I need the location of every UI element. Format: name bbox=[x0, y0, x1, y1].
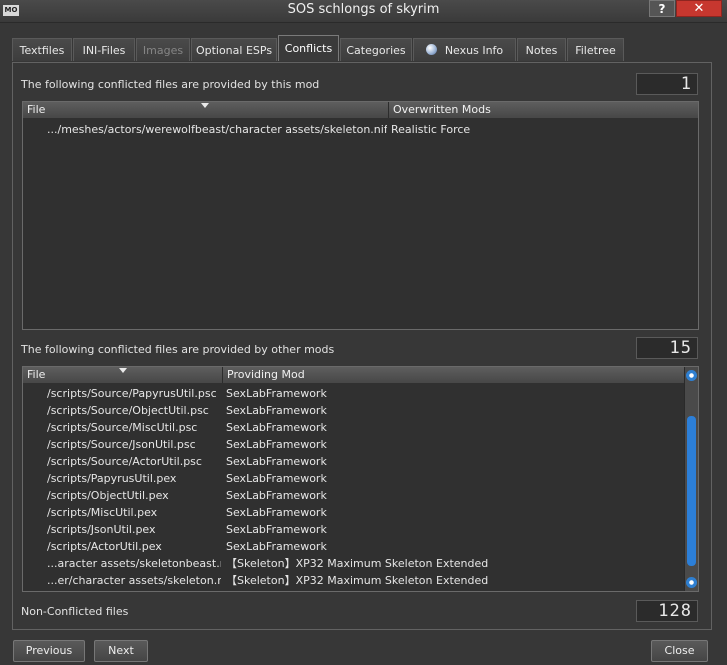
mod-cell: SexLabFramework bbox=[226, 506, 327, 519]
close-button[interactable]: Close bbox=[651, 640, 708, 662]
overwritten-files-table: File Providing Mod /scripts/Source/Papyr… bbox=[22, 366, 699, 592]
tab-textfiles[interactable]: Textfiles bbox=[12, 38, 72, 61]
non-conflicted-label: Non-Conflicted files bbox=[21, 605, 129, 618]
tab-label: Nexus Info bbox=[444, 44, 504, 57]
table-row[interactable]: /scripts/Source/MiscUtil.psc SexLabFramew… bbox=[23, 419, 683, 436]
mod-cell: Realistic Force bbox=[391, 123, 471, 136]
title-bar: MO SOS schlongs of skyrim ? ✕ bbox=[0, 0, 727, 23]
mod-cell: SexLabFramework bbox=[226, 438, 327, 451]
file-cell: /scripts/ActorUtil.pex bbox=[47, 540, 162, 553]
table-row[interactable]: /scripts/PapyrusUtil.pex SexLabFramework bbox=[23, 470, 683, 487]
file-cell: /scripts/JsonUtil.pex bbox=[47, 523, 156, 536]
file-cell: /scripts/Source/ObjectUtil.psc bbox=[47, 404, 209, 417]
window-close-button[interactable]: ✕ bbox=[676, 0, 722, 17]
tab-filetree[interactable]: Filetree bbox=[567, 38, 624, 61]
column-header-overwritten-mods[interactable]: Overwritten Mods bbox=[389, 102, 698, 118]
tab-label: Conflicts bbox=[284, 42, 333, 55]
file-cell: /scripts/MiscUtil.pex bbox=[47, 506, 158, 519]
table-row[interactable]: /scripts/Source/ObjectUtil.psc SexLabFram… bbox=[23, 402, 683, 419]
scroll-thumb[interactable] bbox=[687, 416, 696, 566]
sort-arrow-icon bbox=[119, 368, 127, 373]
table-row[interactable]: /scripts/JsonUtil.pex SexLabFramework bbox=[23, 521, 683, 538]
table-row[interactable]: ...er/character assets/skeleton.nif 【Skel… bbox=[23, 572, 683, 589]
table-row[interactable]: /scripts/ActorUtil.pex SexLabFramework bbox=[23, 538, 683, 555]
tab-ini-files[interactable]: INI-Files bbox=[73, 38, 135, 61]
file-cell: ...aracter assets/skeletonbeast.nif bbox=[47, 557, 221, 570]
file-cell: ...er/character assets/skeleton.nif bbox=[47, 574, 221, 587]
overwritten-count-display: 15 bbox=[636, 337, 698, 359]
column-header-label: File bbox=[27, 368, 46, 381]
tab-label: INI-Files bbox=[82, 44, 126, 57]
tab-bar: Textfiles INI-Files Images Optional ESPs… bbox=[12, 35, 712, 62]
tab-label: Categories bbox=[346, 44, 406, 57]
tab-optional-esps[interactable]: Optional ESPs bbox=[191, 38, 277, 61]
column-header-file[interactable]: File bbox=[23, 367, 223, 383]
table-row[interactable]: /scripts/Source/ActorUtil.psc SexLabFrame… bbox=[23, 453, 683, 470]
provided-files-table: File Overwritten Mods .../meshes/actors/… bbox=[22, 101, 699, 330]
table-row[interactable]: ...aracter assets/skeletonbeast.nif 【Skel… bbox=[23, 555, 683, 572]
tab-notes[interactable]: Notes bbox=[517, 38, 566, 61]
table-header: File Overwritten Mods bbox=[23, 102, 698, 118]
mod-cell: 【Skeleton】XP32 Maximum Skeleton Extended bbox=[226, 574, 489, 587]
provided-count-display: 1 bbox=[636, 73, 698, 95]
mod-cell: SexLabFramework bbox=[226, 472, 327, 485]
scroll-down-button[interactable] bbox=[686, 577, 697, 588]
mod-cell: SexLabFramework bbox=[226, 540, 327, 553]
mod-cell: SexLabFramework bbox=[226, 523, 327, 536]
column-header-label: File bbox=[27, 103, 46, 116]
table-header: File Providing Mod bbox=[23, 367, 686, 383]
table-row[interactable]: /scripts/MiscUtil.pex SexLabFramework bbox=[23, 504, 683, 521]
mod-cell: SexLabFramework bbox=[226, 421, 327, 434]
help-button[interactable]: ? bbox=[649, 0, 675, 17]
previous-button[interactable]: Previous bbox=[13, 640, 85, 662]
file-cell: /scripts/ObjectUtil.pex bbox=[47, 489, 169, 502]
table-row[interactable]: /scripts/ObjectUtil.pex SexLabFramework bbox=[23, 487, 683, 504]
tab-images: Images bbox=[136, 38, 190, 61]
tab-label: Filetree bbox=[575, 44, 616, 57]
tab-label: Notes bbox=[525, 44, 558, 57]
tab-label: Images bbox=[142, 44, 184, 57]
sort-arrow-icon bbox=[201, 103, 209, 108]
file-cell: /scripts/PapyrusUtil.pex bbox=[47, 472, 177, 485]
scroll-up-button[interactable] bbox=[686, 370, 697, 381]
column-header-file[interactable]: File bbox=[23, 102, 389, 118]
globe-icon bbox=[425, 44, 437, 55]
mod-cell: SexLabFramework bbox=[226, 455, 327, 468]
mod-cell: 【Skeleton】XP32 Maximum Skeleton Extended bbox=[226, 557, 489, 570]
tab-categories[interactable]: Categories bbox=[340, 38, 412, 61]
next-button[interactable]: Next bbox=[94, 640, 148, 662]
column-header-label: Overwritten Mods bbox=[393, 103, 491, 116]
file-cell: /scripts/Source/ActorUtil.psc bbox=[47, 455, 202, 468]
vertical-scrollbar[interactable] bbox=[684, 367, 698, 591]
table-row[interactable]: .../meshes/actors/werewolfbeast/characte… bbox=[23, 121, 698, 138]
tab-label: Textfiles bbox=[19, 44, 65, 57]
file-cell: /scripts/Source/MiscUtil.psc bbox=[47, 421, 198, 434]
file-cell: .../meshes/actors/werewolfbeast/characte… bbox=[47, 123, 387, 136]
tab-label: Optional ESPs bbox=[195, 44, 273, 57]
overwritten-section-label: The following conflicted files are provi… bbox=[21, 343, 335, 356]
window-title: SOS schlongs of skyrim bbox=[287, 2, 440, 17]
non-conflicted-count-display: 128 bbox=[636, 600, 698, 622]
tab-conflicts[interactable]: Conflicts bbox=[278, 35, 339, 61]
column-header-label: Providing Mod bbox=[227, 368, 305, 381]
mod-cell: SexLabFramework bbox=[226, 404, 327, 417]
column-header-providing-mod[interactable]: Providing Mod bbox=[223, 367, 686, 383]
table-row[interactable]: /scripts/Source/JsonUtil.psc SexLabFramew… bbox=[23, 436, 683, 453]
table-row[interactable]: /scripts/Source/PapyrusUtil.psc SexLabFra… bbox=[23, 385, 683, 402]
file-cell: /scripts/Source/JsonUtil.psc bbox=[47, 438, 196, 451]
tab-nexus-info[interactable]: Nexus Info bbox=[413, 38, 516, 61]
file-cell: /scripts/Source/PapyrusUtil.psc bbox=[47, 387, 217, 400]
mod-cell: SexLabFramework bbox=[226, 387, 327, 400]
provided-section-label: The following conflicted files are provi… bbox=[21, 78, 320, 91]
mod-cell: SexLabFramework bbox=[226, 489, 327, 502]
